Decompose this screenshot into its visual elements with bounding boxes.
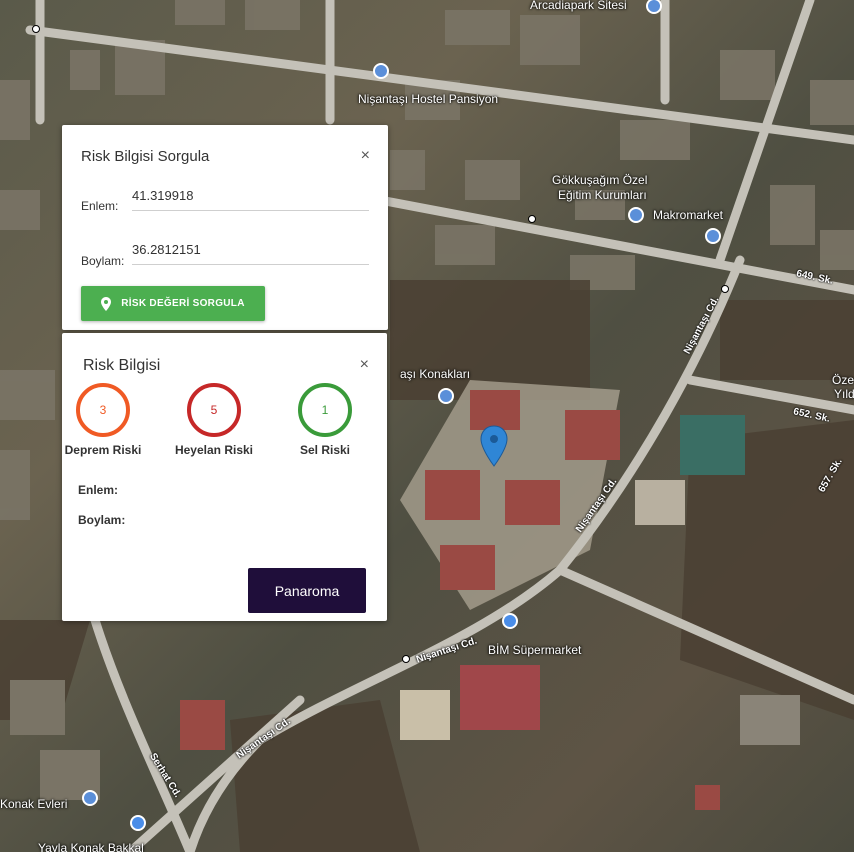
latitude-input[interactable]: 41.319918 [132, 188, 369, 211]
place-label-ozel: Öze [832, 373, 854, 387]
query-risk-button-label: RİSK DEĞERİ SORGULA [121, 298, 245, 309]
close-icon[interactable]: × [361, 147, 370, 165]
query-panel-title: Risk Bilgisi Sorgula [81, 148, 210, 165]
place-label-yayla: Yayla Konak Bakkal [38, 841, 144, 852]
earthquake-risk-gauge: 3 [76, 383, 130, 437]
shopping-cart-icon[interactable] [502, 613, 518, 629]
latitude-info-label: Enlem: [78, 483, 119, 497]
place-label-egitim: Eğitim Kurumları [558, 188, 647, 202]
longitude-info-label: Boylam: [78, 513, 126, 527]
latitude-label: Enlem: [81, 199, 119, 213]
query-risk-button[interactable]: RİSK DEĞERİ SORGULA [81, 286, 265, 321]
school-icon[interactable] [628, 207, 644, 223]
selected-location-marker-icon[interactable] [480, 425, 508, 467]
landslide-risk-label: Heyelan Riski [174, 443, 254, 457]
place-label-yildiz: Yıld [834, 387, 854, 401]
location-pin-icon [101, 296, 112, 311]
risk-query-panel: Risk Bilgisi Sorgula × Enlem: 41.319918 … [62, 125, 388, 330]
hotel-icon[interactable] [373, 63, 389, 79]
location-pin-icon[interactable] [438, 388, 454, 404]
landslide-risk-gauge: 5 [187, 383, 241, 437]
earthquake-risk-label: Deprem Riski [64, 443, 142, 457]
place-label-hostel: Nişantaşı Hostel Pansiyon [358, 92, 499, 106]
risk-panel-title: Risk Bilgisi [83, 357, 161, 374]
map-dot [32, 25, 40, 33]
flood-risk-label: Sel Riski [299, 443, 351, 457]
location-pin-icon[interactable] [82, 790, 98, 806]
shop-pin-icon[interactable] [705, 228, 721, 244]
flood-risk-gauge: 1 [298, 383, 352, 437]
place-label-gokkusagi: Gökkuşağım Özel [552, 173, 648, 187]
close-icon[interactable]: × [360, 356, 369, 374]
longitude-label: Boylam: [81, 254, 125, 268]
place-label-makromarket: Makromarket [653, 208, 724, 222]
place-label-konak-evleri: Konak Evleri [0, 797, 68, 811]
map-dot [721, 285, 729, 293]
shopping-cart-icon[interactable] [130, 815, 146, 831]
map-dot [528, 215, 536, 223]
place-label-bim: BİM Süpermarket [488, 643, 582, 657]
longitude-input[interactable]: 36.2812151 [132, 242, 369, 265]
risk-info-panel: Risk Bilgisi × 3 Deprem Riski 5 Heyelan … [62, 333, 387, 621]
place-label-arcadiapark: Arcadiapark Sitesi [530, 0, 627, 12]
place-label-konaklari: aşı Konakları [400, 367, 471, 381]
panorama-button[interactable]: Panaroma [248, 568, 366, 613]
map-dot [402, 655, 410, 663]
